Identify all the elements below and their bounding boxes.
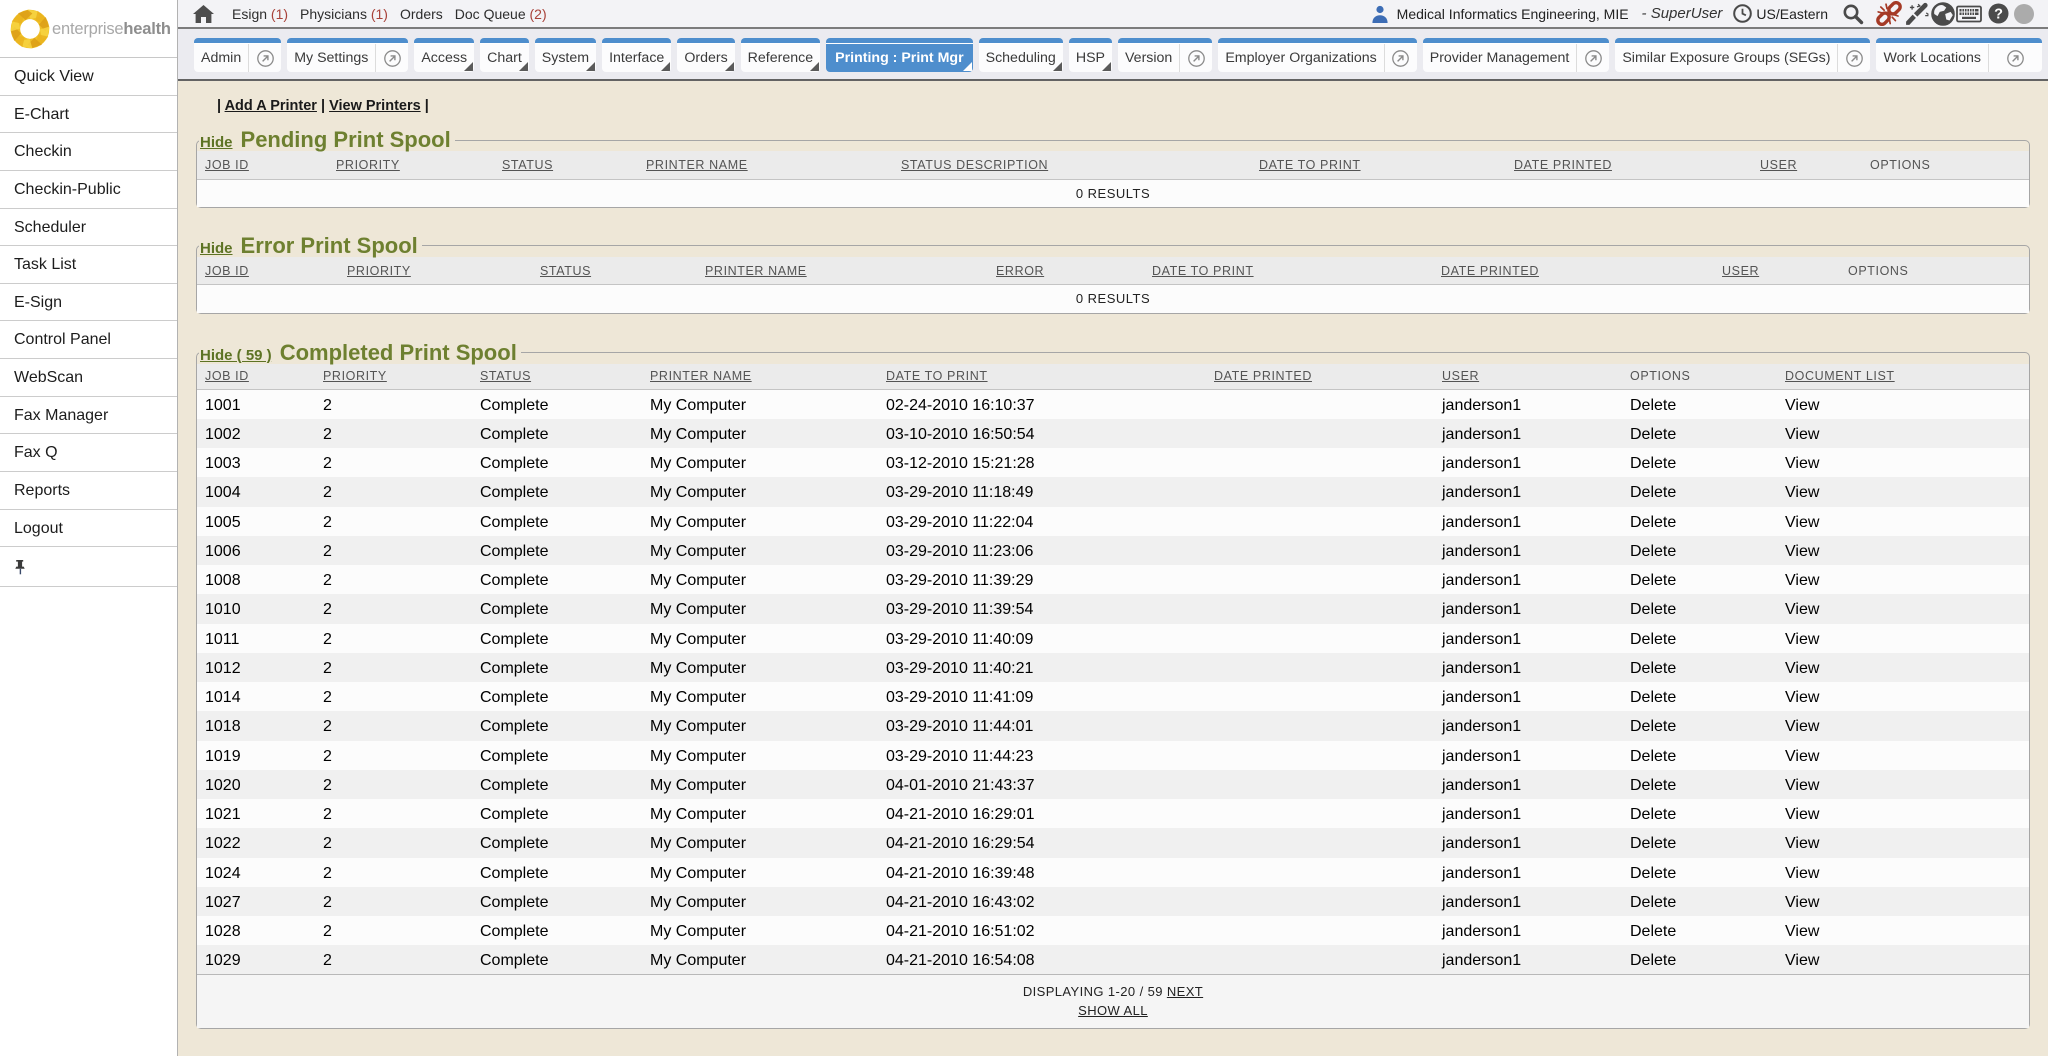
- svg-text:?: ?: [1994, 7, 2003, 23]
